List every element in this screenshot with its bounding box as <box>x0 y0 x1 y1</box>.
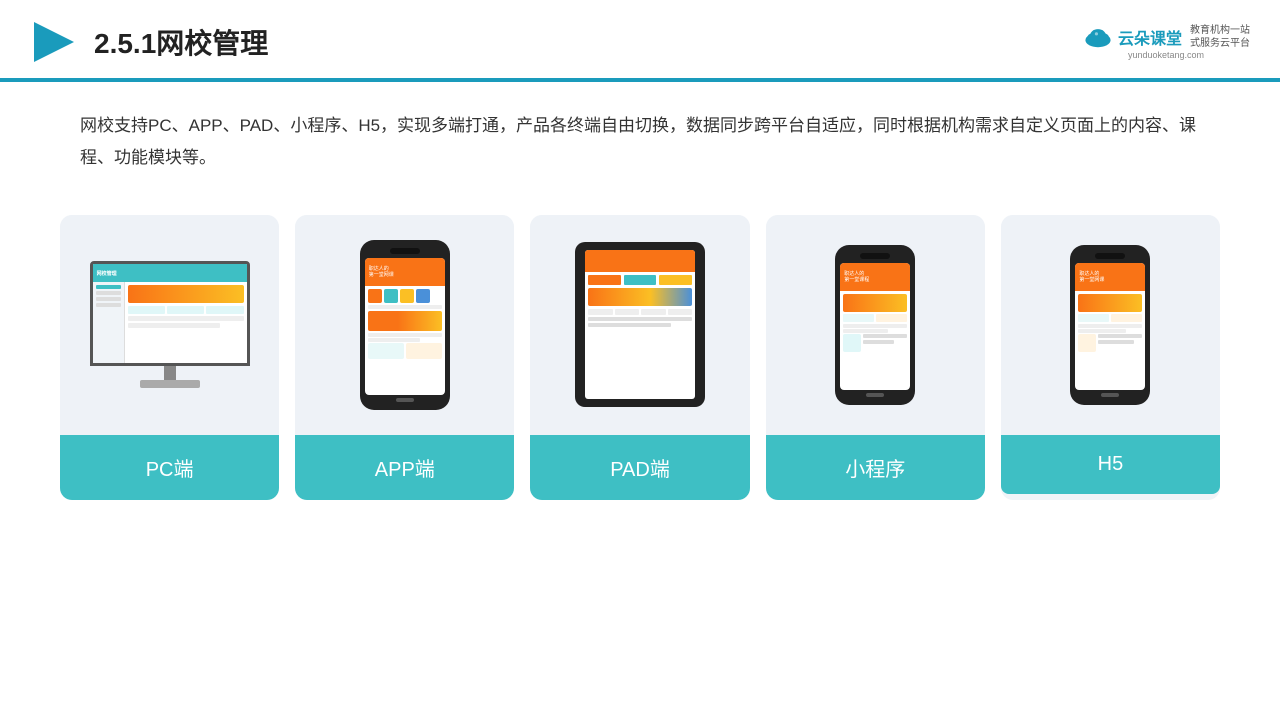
phone-miniapp-frame: 职达人的第一堂课程 <box>835 245 915 405</box>
card-app: 职达人的第一堂网课 <box>295 215 514 500</box>
cloud-icon <box>1082 26 1114 48</box>
page-title: 2.5.1网校管理 <box>94 22 268 62</box>
card-app-image: 职达人的第一堂网课 <box>295 215 514 435</box>
card-h5-label: H5 <box>1001 435 1220 494</box>
card-h5: 职达人的第一堂网课 <box>1001 215 1220 500</box>
tablet-device <box>575 242 705 407</box>
tablet-screen <box>585 250 695 399</box>
phone-miniapp-header: 职达人的第一堂课程 <box>840 263 910 291</box>
phone-miniapp-screen: 职达人的第一堂课程 <box>840 263 910 390</box>
phone-h5-device: 职达人的第一堂网课 <box>1070 245 1150 405</box>
phone-screen: 职达人的第一堂网课 <box>365 258 445 395</box>
logo-area: 云朵课堂 教育机构一站 式服务云平台 yunduoketang.com <box>1082 24 1250 60</box>
monitor-screen: 网校管理 <box>90 261 250 366</box>
phone-notch <box>390 248 420 254</box>
pc-monitor-device: 网校管理 <box>90 261 250 388</box>
tablet-screen-header <box>585 250 695 272</box>
play-icon <box>30 18 78 66</box>
card-pc-label: PC端 <box>60 435 279 500</box>
phone-h5-home <box>1101 393 1119 397</box>
card-miniapp-label: 小程序 <box>766 435 985 500</box>
phone-screen-header: 职达人的第一堂网课 <box>365 258 445 286</box>
logo-url: yunduoketang.com <box>1128 50 1204 60</box>
card-pc: 网校管理 <box>60 215 279 500</box>
logo-slogan-line1: 教育机构一站 <box>1190 24 1250 37</box>
card-pad: PAD端 <box>530 215 749 500</box>
phone-h5-frame: 职达人的第一堂网课 <box>1070 245 1150 405</box>
logo-slogan-line2: 式服务云平台 <box>1190 37 1250 50</box>
tablet-frame <box>575 242 705 407</box>
card-miniapp: 职达人的第一堂课程 <box>766 215 985 500</box>
phone-h5-header: 职达人的第一堂网课 <box>1075 263 1145 291</box>
monitor-base <box>140 380 200 388</box>
phone-home-button <box>396 398 414 402</box>
card-miniapp-image: 职达人的第一堂课程 <box>766 215 985 435</box>
card-pc-image: 网校管理 <box>60 215 279 435</box>
phone-app-device: 职达人的第一堂网课 <box>360 240 450 410</box>
card-h5-image: 职达人的第一堂网课 <box>1001 215 1220 435</box>
phone-miniapp-home <box>866 393 884 397</box>
phone-frame: 职达人的第一堂网课 <box>360 240 450 410</box>
header: 2.5.1网校管理 云朵课堂 教育机构一站 式服务云平台 yunduoketan… <box>0 0 1280 80</box>
logo-cloud: 云朵课堂 教育机构一站 式服务云平台 <box>1082 24 1250 50</box>
description-text: 网校支持PC、APP、PAD、小程序、H5，实现多端打通，产品各终端自由切换，数… <box>0 82 1280 185</box>
logo-text: 云朵课堂 <box>1118 25 1182 49</box>
phone-h5-screen: 职达人的第一堂网课 <box>1075 263 1145 390</box>
phone-miniapp-device: 职达人的第一堂课程 <box>835 245 915 405</box>
cards-container: 网校管理 <box>0 185 1280 530</box>
header-left: 2.5.1网校管理 <box>30 18 268 66</box>
card-app-label: APP端 <box>295 435 514 500</box>
card-pad-image <box>530 215 749 435</box>
card-pad-label: PAD端 <box>530 435 749 500</box>
monitor-neck <box>164 366 176 380</box>
